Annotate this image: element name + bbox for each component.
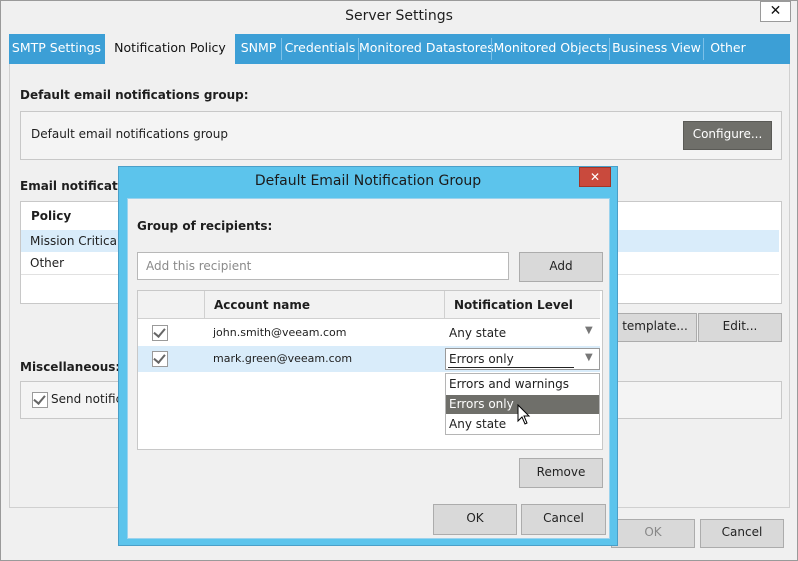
tab-smtp-settings[interactable]: SMTP Settings [9,34,104,64]
cancel-button[interactable]: Cancel [700,519,784,548]
table-header: Account name Notification Level [138,291,600,319]
dialog-close-button[interactable]: ✕ [579,167,611,187]
send-notification-checkbox[interactable] [32,392,48,408]
configure-button[interactable]: Configure... [683,121,772,150]
account-name: john.smith@veeam.com [213,326,347,339]
recipient-checkbox[interactable] [152,325,168,341]
level-value-box: Errors only [448,350,574,368]
recipient-checkbox[interactable] [152,351,168,367]
dialog-ok-button[interactable]: OK [433,504,517,535]
default-group-text: Default email notifications group [31,127,228,141]
tab-credentials[interactable]: Credentials [282,34,358,64]
account-name: mark.green@veeam.com [213,352,353,365]
miscellaneous-heading: Miscellaneous: [20,360,121,374]
notification-level-header: Notification Level [454,298,573,312]
window-title: Server Settings [345,8,453,24]
level-select[interactable]: Errors only ▼ [445,348,600,370]
tab-notification-policy[interactable]: Notification Policy [105,34,235,65]
ok-button[interactable]: OK [611,519,695,548]
recipient-input[interactable]: Add this recipient [137,252,509,280]
tab-other[interactable]: Other [704,34,752,64]
dialog-cancel-button[interactable]: Cancel [521,504,606,535]
level-select[interactable]: Any state ▼ [445,320,600,346]
default-group-heading: Default email notifications group: [20,88,249,102]
dialog-body: Group of recipients: Add this recipient … [127,198,610,539]
policy-column-header: Policy [31,209,72,223]
recipients-table: Account name Notification Level john.smi… [137,290,603,450]
tab-business-view[interactable]: Business View [610,34,703,64]
policy-name: Mission Critical [30,234,121,248]
chevron-down-icon: ▼ [585,352,593,363]
email-notification-heading: Email notificatio [20,179,131,193]
level-value: Errors only [449,352,514,366]
dropdown-option[interactable]: Errors and warnings [446,375,599,394]
level-dropdown-list: Errors and warnings Errors only Any stat… [445,373,600,435]
add-button[interactable]: Add [519,252,603,282]
edit-button[interactable]: Edit... [698,313,782,342]
remove-button[interactable]: Remove [519,458,603,488]
column-divider [444,291,445,319]
group-of-recipients-label: Group of recipients: [137,219,273,233]
tab-monitored-objects[interactable]: Monitored Objects [492,34,609,64]
default-email-notification-group-dialog: Default Email Notification Group ✕ Group… [118,166,618,546]
window-close-button[interactable]: ✕ [760,1,791,22]
table-row[interactable]: john.smith@veeam.com Any state ▼ [138,320,600,347]
chevron-down-icon: ▼ [585,325,593,336]
policy-name: Other [30,256,65,270]
table-row[interactable]: mark.green@veeam.com Errors only ▼ [138,346,600,372]
column-divider [204,291,205,319]
level-value: Any state [449,326,507,340]
account-name-header: Account name [214,298,311,312]
mouse-cursor-icon [517,404,531,425]
default-group-panel: Default email notifications group Config… [20,111,782,160]
tab-snmp[interactable]: SNMP [236,34,281,64]
tab-monitored-datastores[interactable]: Monitored Datastores [359,34,494,64]
tab-bar: SMTP Settings Notification Policy SNMP C… [9,34,790,65]
dialog-title: Default Email Notification Group [254,173,482,189]
edit-template-button[interactable]: template... [613,313,697,342]
